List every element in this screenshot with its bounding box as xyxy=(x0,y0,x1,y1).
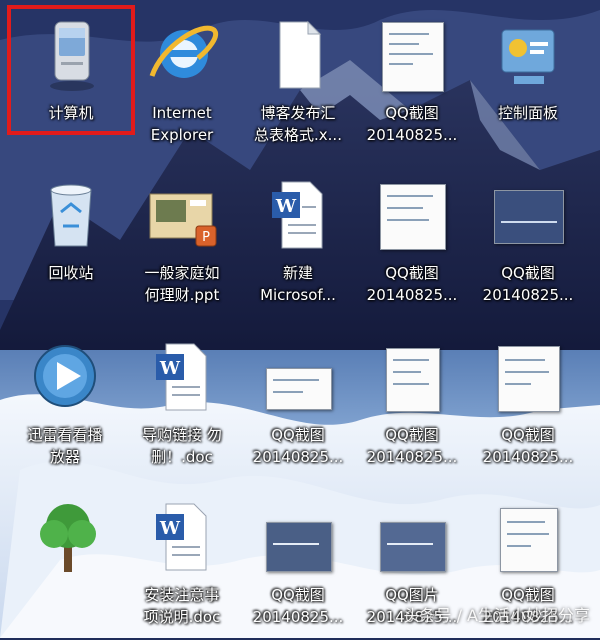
tree-icon xyxy=(28,498,108,578)
screenshot-icon xyxy=(372,338,452,418)
desktop-icon-qq-screenshot[interactable]: QQ截图 20140825... xyxy=(356,8,468,158)
desktop-icon-tree-app[interactable] xyxy=(12,490,124,640)
icon-label-line1: QQ截图 xyxy=(501,264,555,282)
word-file-icon: W xyxy=(258,176,338,256)
icon-label-line2: 总表格式.x... xyxy=(254,126,342,144)
screenshot-icon xyxy=(488,498,568,578)
icon-label-line1: 导购链接 勿 xyxy=(142,426,222,444)
blank-file-icon xyxy=(258,16,338,96)
icon-label-line1: 迅雷看看播 xyxy=(27,426,103,444)
icon-label-line2: 删！.doc xyxy=(151,448,213,466)
desktop-icon-qq-screenshot[interactable]: QQ截图 20140825... xyxy=(242,330,354,480)
icon-label-line1: 博客发布汇 xyxy=(260,104,336,122)
screenshot-icon xyxy=(258,338,338,418)
svg-text:P: P xyxy=(202,230,210,245)
icon-label: 计算机 xyxy=(48,104,94,122)
control-panel-icon xyxy=(488,16,568,96)
svg-text:W: W xyxy=(159,358,181,379)
svg-text:W: W xyxy=(275,196,297,217)
icon-label-line2: 项说明.doc xyxy=(143,608,221,626)
word-file-icon: W xyxy=(142,498,222,578)
word-file-icon: W xyxy=(142,338,222,418)
icon-label-line1: 新建 xyxy=(282,264,313,282)
icon-label-line2: Explorer xyxy=(150,126,214,144)
desktop-icon-qq-screenshot[interactable]: QQ截图 20140825... xyxy=(472,168,584,318)
icon-label-line1: QQ截图 xyxy=(271,426,325,444)
icon-label-line1: QQ截图 xyxy=(385,264,439,282)
ppt-file-icon: P xyxy=(142,176,222,256)
screenshot-icon xyxy=(372,498,452,578)
desktop-icon-control-panel[interactable]: 控制面板 xyxy=(472,8,584,158)
desktop-icon-install-doc[interactable]: W 安装注意事 项说明.doc xyxy=(126,490,238,640)
icon-label-line2: 放器 xyxy=(49,448,80,466)
icon-label-line2: 20140825... xyxy=(252,448,344,466)
desktop-icon-computer[interactable]: 计算机 xyxy=(15,8,127,158)
icon-label: 回收站 xyxy=(48,264,94,282)
desktop-icon-finance-ppt[interactable]: P 一般家庭如 何理财.ppt xyxy=(126,168,238,318)
icon-label: 控制面板 xyxy=(497,104,558,122)
screenshot-icon xyxy=(258,498,338,578)
icon-label-line2: 20140825... xyxy=(366,448,458,466)
icon-label-line1: 一般家庭如 xyxy=(144,264,220,282)
icon-label-line2: 20140825... xyxy=(366,126,458,144)
icon-label-line2: 20140825... xyxy=(482,448,574,466)
icon-label-line1: QQ截图 xyxy=(385,104,439,122)
media-player-icon xyxy=(25,338,105,418)
icon-label-line2: 20140825... xyxy=(366,286,458,304)
screenshot-icon xyxy=(488,338,568,418)
desktop-icon-recycle-bin[interactable]: 回收站 xyxy=(15,168,127,318)
recycle-bin-icon xyxy=(31,176,111,256)
desktop-icon-qq-screenshot[interactable]: QQ截图 20140825... xyxy=(242,490,354,640)
desktop-icon-xunlei-player[interactable]: 迅雷看看播 放器 xyxy=(9,330,121,480)
icon-label-line2: Microsof... xyxy=(260,286,336,304)
desktop-icon-qq-screenshot[interactable]: QQ截图 20140825... xyxy=(472,330,584,480)
desktop-icon-qq-screenshot[interactable]: QQ截图 20140825... xyxy=(356,330,468,480)
desktop-icon-shopping-doc[interactable]: W 导购链接 勿 删！.doc xyxy=(126,330,238,480)
computer-icon xyxy=(31,16,111,96)
desktop-icon-new-word[interactable]: W 新建 Microsof... xyxy=(242,168,354,318)
icon-label-line2: 何理财.ppt xyxy=(144,286,220,304)
desktop-icon-blog-excel[interactable]: 博客发布汇 总表格式.x... xyxy=(242,8,354,158)
screenshot-icon xyxy=(488,176,568,256)
icon-label-line1: QQ截图 xyxy=(385,426,439,444)
icon-label-line1: Internet xyxy=(152,104,212,122)
icon-label-line2: 20140825... xyxy=(482,286,574,304)
icon-label-line1: 安装注意事 xyxy=(144,586,220,604)
icon-label-line1: QQ截图 xyxy=(501,426,555,444)
watermark: 头条号 / A生活小妙招分享 xyxy=(403,606,590,625)
icon-label-line1: QQ截图 xyxy=(271,586,325,604)
screenshot-icon xyxy=(372,176,452,256)
desktop-icon-internet-explorer[interactable]: Internet Explorer xyxy=(126,8,238,158)
desktop-icon-qq-screenshot[interactable]: QQ截图 20140825... xyxy=(356,168,468,318)
ie-icon xyxy=(142,16,222,96)
icon-label-line2: 20140825... xyxy=(252,608,344,626)
svg-text:W: W xyxy=(159,518,181,539)
screenshot-icon xyxy=(372,16,452,96)
